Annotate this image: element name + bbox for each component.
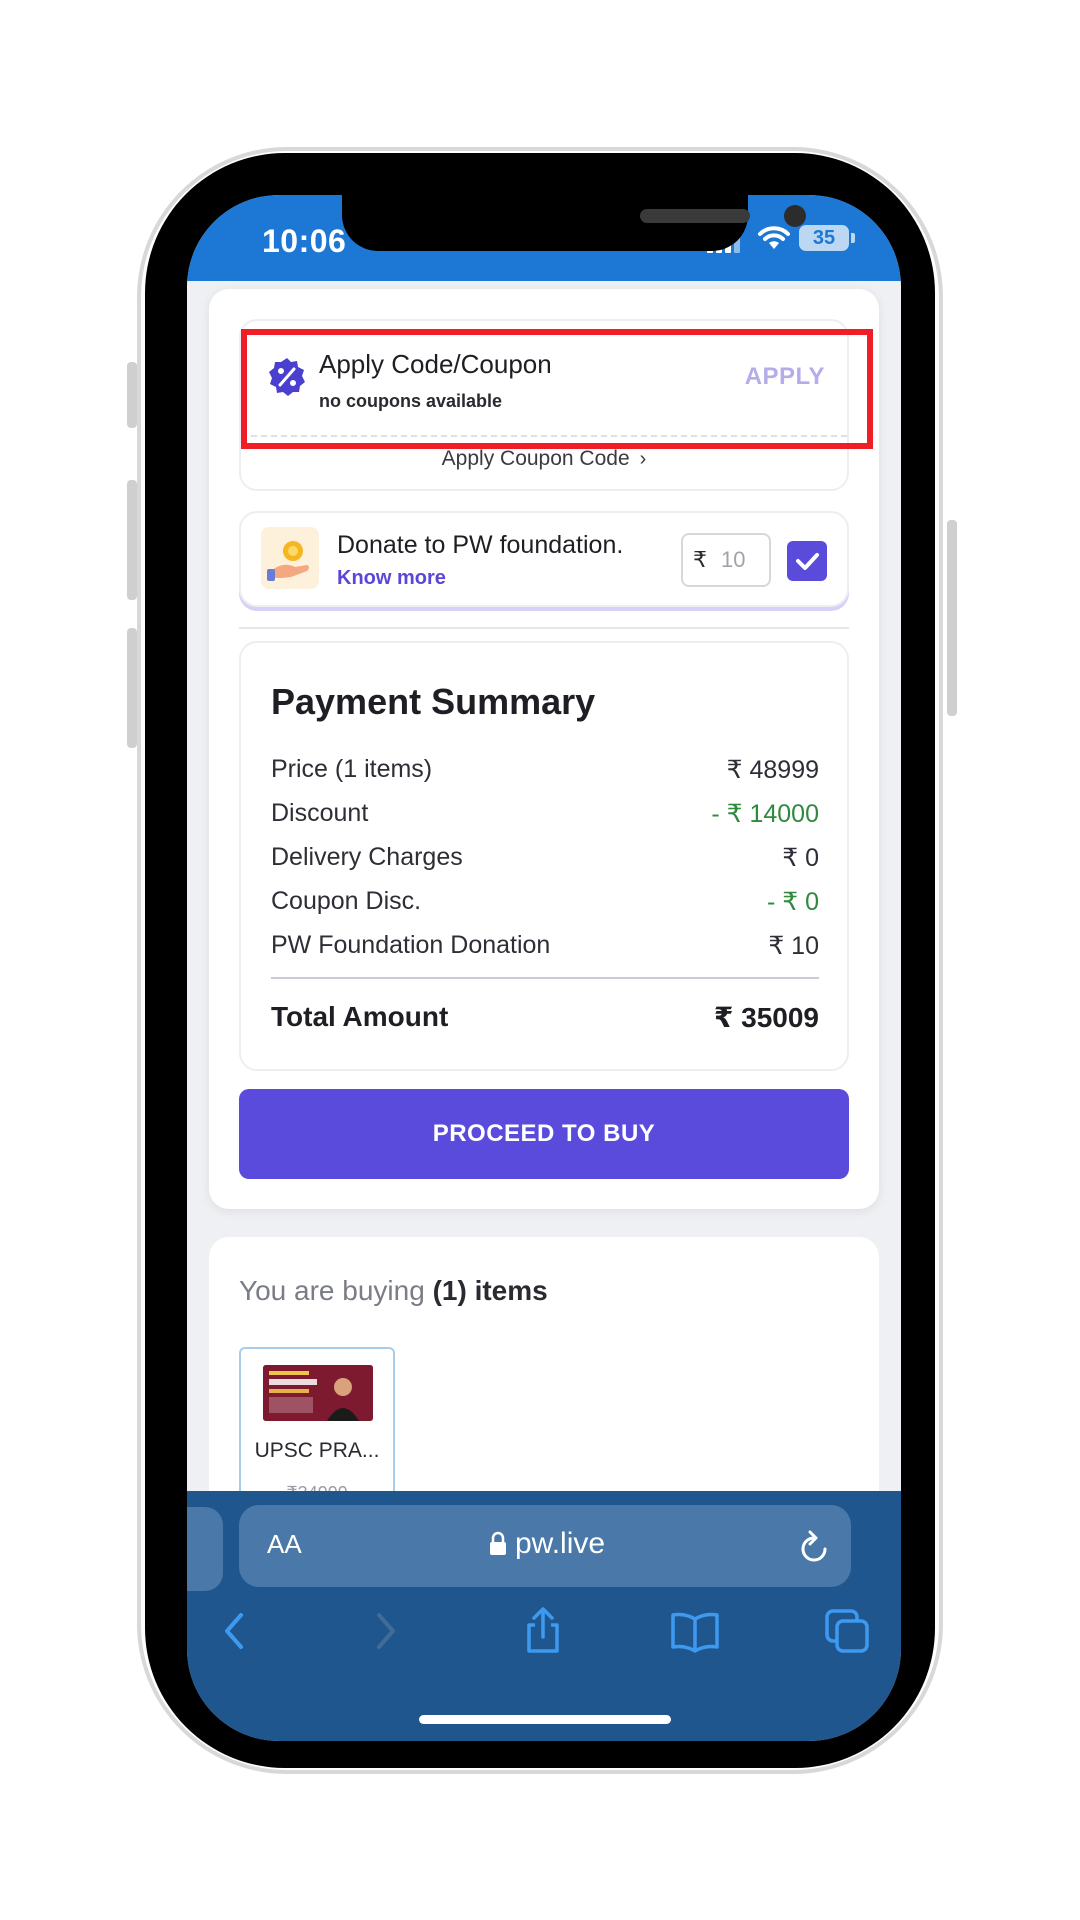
rupee-sign: ₹ <box>693 547 707 572</box>
lock-icon <box>490 1531 506 1555</box>
reader-settings-button[interactable]: AA <box>267 1529 302 1560</box>
battery-icon: 35 <box>799 225 849 251</box>
battery-level: 35 <box>812 227 836 249</box>
payment-summary: Payment Summary Price (1 items) ₹ 48999 … <box>239 641 849 1071</box>
buying-prefix: You are buying <box>239 1275 425 1306</box>
summary-label: Delivery Charges <box>271 843 463 871</box>
notch <box>342 195 806 251</box>
checkout-card: Apply Code/Coupon no coupons available A… <box>209 289 879 1209</box>
payment-summary-title: Payment Summary <box>271 681 596 722</box>
donation-amount-input[interactable]: ₹ 10 <box>681 533 771 587</box>
divider <box>239 627 849 629</box>
share-icon[interactable] <box>515 1603 571 1659</box>
checkmark-icon <box>796 553 819 570</box>
apply-coupon-code-link[interactable]: Apply Coupon Code › <box>241 447 847 471</box>
donation-checkbox[interactable] <box>787 541 827 581</box>
home-indicator[interactable] <box>419 1715 671 1724</box>
summary-row-price: Price (1 items) ₹ 48999 <box>271 755 819 789</box>
phone-mute-switch <box>127 362 137 428</box>
summary-row-coupon: Coupon Disc. - ₹ 0 <box>271 887 819 921</box>
donation-title: Donate to PW foundation. <box>337 531 624 559</box>
buying-title: You are buying (1) items <box>239 1275 548 1307</box>
donation-section: Donate to PW foundation. Know more ₹ 10 <box>239 511 849 607</box>
summary-value: - ₹ 0 <box>766 888 819 916</box>
front-camera <box>784 205 806 227</box>
phone-power-button <box>947 520 957 716</box>
proceed-to-buy-button[interactable]: PROCEED TO BUY <box>239 1089 849 1179</box>
forward-arrow-icon[interactable] <box>357 1603 413 1659</box>
status-time: 10:06 <box>262 223 347 259</box>
wifi-icon <box>758 226 790 249</box>
summary-value: ₹ 0 <box>782 844 819 872</box>
total-label: Total Amount <box>271 1001 449 1032</box>
summary-value: ₹ 10 <box>768 932 819 960</box>
reload-icon[interactable] <box>797 1527 831 1565</box>
battery-nub <box>851 233 855 243</box>
product-thumbnail <box>263 1365 373 1421</box>
total-value: ₹ 35009 <box>713 1002 819 1033</box>
url-text: pw.live <box>515 1527 606 1560</box>
summary-label: Price (1 items) <box>271 755 433 783</box>
product-name: UPSC PRA... <box>254 1439 380 1462</box>
summary-divider <box>271 977 819 979</box>
phone-volume-up <box>127 480 137 600</box>
summary-value: - ₹ 14000 <box>711 800 819 828</box>
total-amount-row: Total Amount ₹ 35009 <box>271 1001 819 1033</box>
summary-label: PW Foundation Donation <box>271 931 551 959</box>
buying-count: (1) items <box>432 1275 548 1306</box>
buying-section: You are buying (1) items UPSC PRA... <box>209 1237 879 1517</box>
previous-tab-peek[interactable] <box>187 1507 223 1591</box>
donation-amount-value: 10 <box>721 547 746 572</box>
summary-value: ₹ 48999 <box>726 756 819 784</box>
aa-label: AA <box>267 1529 302 1559</box>
highlight-box <box>241 329 873 449</box>
summary-label: Discount <box>271 799 369 827</box>
status-bar: 10:06 35 <box>187 195 901 281</box>
address-bar[interactable]: AA pw.live <box>239 1505 851 1587</box>
summary-label: Coupon Disc. <box>271 887 422 915</box>
summary-row-discount: Discount - ₹ 14000 <box>271 799 819 833</box>
chevron-right-icon: › <box>639 448 647 470</box>
bookmarks-icon[interactable] <box>667 1603 723 1659</box>
know-more-link[interactable]: Know more <box>337 567 446 590</box>
tabs-icon[interactable] <box>819 1603 875 1659</box>
phone-volume-down <box>127 628 137 748</box>
page-content[interactable]: Apply Code/Coupon no coupons available A… <box>187 281 901 1517</box>
donation-hand-coin-icon <box>261 527 319 589</box>
apply-coupon-code-label: Apply Coupon Code <box>441 447 630 470</box>
summary-row-delivery: Delivery Charges ₹ 0 <box>271 843 819 877</box>
browser-toolbar: AA pw.live <box>187 1491 901 1741</box>
summary-row-donation: PW Foundation Donation ₹ 10 <box>271 931 819 965</box>
speaker <box>640 209 750 223</box>
back-arrow-icon[interactable] <box>207 1603 263 1659</box>
phone-screen: 10:06 35 Apply Code/Coupon no coupons av… <box>187 195 901 1741</box>
